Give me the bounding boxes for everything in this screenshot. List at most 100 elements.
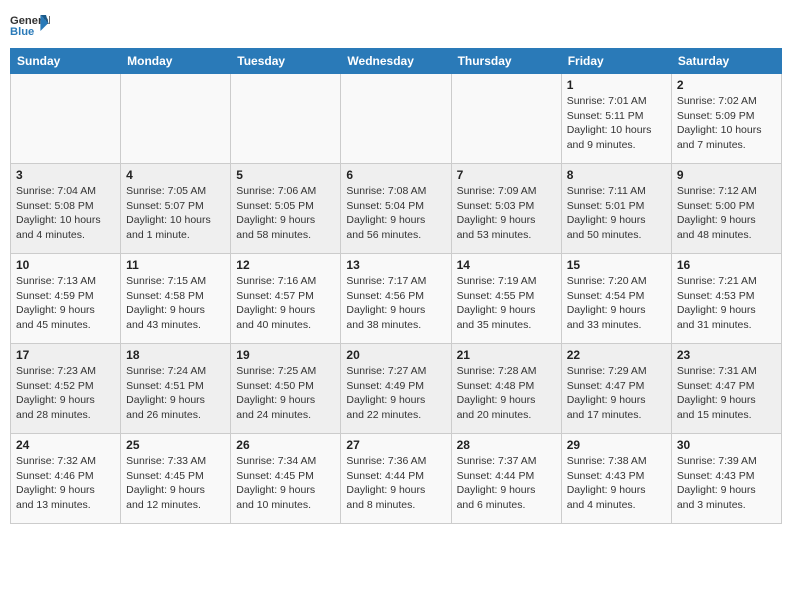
day-number: 19 xyxy=(236,348,335,362)
day-number: 4 xyxy=(126,168,225,182)
day-number: 17 xyxy=(16,348,115,362)
day-info: Sunrise: 7:32 AM Sunset: 4:46 PM Dayligh… xyxy=(16,454,115,513)
day-number: 2 xyxy=(677,78,776,92)
day-number: 10 xyxy=(16,258,115,272)
day-number: 12 xyxy=(236,258,335,272)
day-number: 15 xyxy=(567,258,666,272)
day-info: Sunrise: 7:04 AM Sunset: 5:08 PM Dayligh… xyxy=(16,184,115,243)
calendar-cell: 25 Sunrise: 7:33 AM Sunset: 4:45 PM Dayli… xyxy=(121,434,231,524)
day-number: 23 xyxy=(677,348,776,362)
calendar-header-thursday: Thursday xyxy=(451,49,561,74)
calendar-cell: 18 Sunrise: 7:24 AM Sunset: 4:51 PM Dayli… xyxy=(121,344,231,434)
day-number: 6 xyxy=(346,168,445,182)
day-info: Sunrise: 7:15 AM Sunset: 4:58 PM Dayligh… xyxy=(126,274,225,333)
logo: General Blue xyxy=(10,10,50,40)
calendar-cell: 19 Sunrise: 7:25 AM Sunset: 4:50 PM Dayli… xyxy=(231,344,341,434)
day-info: Sunrise: 7:24 AM Sunset: 4:51 PM Dayligh… xyxy=(126,364,225,423)
calendar-header-monday: Monday xyxy=(121,49,231,74)
day-info: Sunrise: 7:09 AM Sunset: 5:03 PM Dayligh… xyxy=(457,184,556,243)
day-info: Sunrise: 7:39 AM Sunset: 4:43 PM Dayligh… xyxy=(677,454,776,513)
day-info: Sunrise: 7:34 AM Sunset: 4:45 PM Dayligh… xyxy=(236,454,335,513)
day-info: Sunrise: 7:13 AM Sunset: 4:59 PM Dayligh… xyxy=(16,274,115,333)
day-number: 14 xyxy=(457,258,556,272)
day-info: Sunrise: 7:25 AM Sunset: 4:50 PM Dayligh… xyxy=(236,364,335,423)
calendar-cell: 11 Sunrise: 7:15 AM Sunset: 4:58 PM Dayli… xyxy=(121,254,231,344)
day-info: Sunrise: 7:02 AM Sunset: 5:09 PM Dayligh… xyxy=(677,94,776,153)
calendar-cell xyxy=(121,74,231,164)
day-number: 26 xyxy=(236,438,335,452)
calendar-cell: 26 Sunrise: 7:34 AM Sunset: 4:45 PM Dayli… xyxy=(231,434,341,524)
calendar-cell: 3 Sunrise: 7:04 AM Sunset: 5:08 PM Daylig… xyxy=(11,164,121,254)
day-info: Sunrise: 7:31 AM Sunset: 4:47 PM Dayligh… xyxy=(677,364,776,423)
calendar-cell: 20 Sunrise: 7:27 AM Sunset: 4:49 PM Dayli… xyxy=(341,344,451,434)
day-number: 18 xyxy=(126,348,225,362)
day-info: Sunrise: 7:17 AM Sunset: 4:56 PM Dayligh… xyxy=(346,274,445,333)
day-number: 30 xyxy=(677,438,776,452)
calendar-header-tuesday: Tuesday xyxy=(231,49,341,74)
calendar-cell: 13 Sunrise: 7:17 AM Sunset: 4:56 PM Dayli… xyxy=(341,254,451,344)
day-number: 25 xyxy=(126,438,225,452)
calendar-week-row: 17 Sunrise: 7:23 AM Sunset: 4:52 PM Dayli… xyxy=(11,344,782,434)
day-info: Sunrise: 7:05 AM Sunset: 5:07 PM Dayligh… xyxy=(126,184,225,243)
day-info: Sunrise: 7:01 AM Sunset: 5:11 PM Dayligh… xyxy=(567,94,666,153)
calendar-cell: 7Sunrise: 7:09 AM Sunset: 5:03 PM Daylig… xyxy=(451,164,561,254)
day-number: 29 xyxy=(567,438,666,452)
svg-text:Blue: Blue xyxy=(10,26,34,38)
calendar-cell: 6 Sunrise: 7:08 AM Sunset: 5:04 PM Daylig… xyxy=(341,164,451,254)
calendar-cell: 28 Sunrise: 7:37 AM Sunset: 4:44 PM Dayli… xyxy=(451,434,561,524)
calendar-cell: 1 Sunrise: 7:01 AM Sunset: 5:11 PM Daylig… xyxy=(561,74,671,164)
day-number: 8 xyxy=(567,168,666,182)
calendar-cell: 29Sunrise: 7:38 AM Sunset: 4:43 PM Dayli… xyxy=(561,434,671,524)
day-info: Sunrise: 7:37 AM Sunset: 4:44 PM Dayligh… xyxy=(457,454,556,513)
day-info: Sunrise: 7:11 AM Sunset: 5:01 PM Dayligh… xyxy=(567,184,666,243)
day-number: 1 xyxy=(567,78,666,92)
day-number: 16 xyxy=(677,258,776,272)
calendar-cell: 30 Sunrise: 7:39 AM Sunset: 4:43 PM Dayli… xyxy=(671,434,781,524)
day-info: Sunrise: 7:19 AM Sunset: 4:55 PM Dayligh… xyxy=(457,274,556,333)
calendar-body: 1 Sunrise: 7:01 AM Sunset: 5:11 PM Daylig… xyxy=(11,74,782,524)
day-number: 9 xyxy=(677,168,776,182)
day-number: 22 xyxy=(567,348,666,362)
day-info: Sunrise: 7:21 AM Sunset: 4:53 PM Dayligh… xyxy=(677,274,776,333)
calendar-cell: 16 Sunrise: 7:21 AM Sunset: 4:53 PM Dayli… xyxy=(671,254,781,344)
page-header: General Blue xyxy=(10,10,782,40)
calendar-cell: 21Sunrise: 7:28 AM Sunset: 4:48 PM Dayli… xyxy=(451,344,561,434)
calendar-header-sunday: Sunday xyxy=(11,49,121,74)
calendar-cell: 5 Sunrise: 7:06 AM Sunset: 5:05 PM Daylig… xyxy=(231,164,341,254)
calendar-cell: 9 Sunrise: 7:12 AM Sunset: 5:00 PM Daylig… xyxy=(671,164,781,254)
calendar-cell: 8 Sunrise: 7:11 AM Sunset: 5:01 PM Daylig… xyxy=(561,164,671,254)
day-info: Sunrise: 7:20 AM Sunset: 4:54 PM Dayligh… xyxy=(567,274,666,333)
day-number: 13 xyxy=(346,258,445,272)
calendar-week-row: 3 Sunrise: 7:04 AM Sunset: 5:08 PM Daylig… xyxy=(11,164,782,254)
calendar-cell xyxy=(11,74,121,164)
day-info: Sunrise: 7:23 AM Sunset: 4:52 PM Dayligh… xyxy=(16,364,115,423)
calendar-cell: 4 Sunrise: 7:05 AM Sunset: 5:07 PM Daylig… xyxy=(121,164,231,254)
day-info: Sunrise: 7:33 AM Sunset: 4:45 PM Dayligh… xyxy=(126,454,225,513)
calendar-cell: 22 Sunrise: 7:29 AM Sunset: 4:47 PM Dayli… xyxy=(561,344,671,434)
day-number: 20 xyxy=(346,348,445,362)
day-info: Sunrise: 7:12 AM Sunset: 5:00 PM Dayligh… xyxy=(677,184,776,243)
calendar-week-row: 24 Sunrise: 7:32 AM Sunset: 4:46 PM Dayli… xyxy=(11,434,782,524)
day-number: 3 xyxy=(16,168,115,182)
day-info: Sunrise: 7:36 AM Sunset: 4:44 PM Dayligh… xyxy=(346,454,445,513)
calendar-cell: 24 Sunrise: 7:32 AM Sunset: 4:46 PM Dayli… xyxy=(11,434,121,524)
calendar-header-wednesday: Wednesday xyxy=(341,49,451,74)
calendar-cell: 23 Sunrise: 7:31 AM Sunset: 4:47 PM Dayli… xyxy=(671,344,781,434)
day-number: 24 xyxy=(16,438,115,452)
day-number: 11 xyxy=(126,258,225,272)
day-info: Sunrise: 7:06 AM Sunset: 5:05 PM Dayligh… xyxy=(236,184,335,243)
logo-icon: General Blue xyxy=(10,10,50,40)
day-number: 21 xyxy=(457,348,556,362)
day-info: Sunrise: 7:27 AM Sunset: 4:49 PM Dayligh… xyxy=(346,364,445,423)
calendar-cell: 14 Sunrise: 7:19 AM Sunset: 4:55 PM Dayli… xyxy=(451,254,561,344)
day-number: 27 xyxy=(346,438,445,452)
calendar-cell: 15 Sunrise: 7:20 AM Sunset: 4:54 PM Dayli… xyxy=(561,254,671,344)
day-info: Sunrise: 7:08 AM Sunset: 5:04 PM Dayligh… xyxy=(346,184,445,243)
calendar-week-row: 1 Sunrise: 7:01 AM Sunset: 5:11 PM Daylig… xyxy=(11,74,782,164)
day-number: 28 xyxy=(457,438,556,452)
calendar-cell: 10 Sunrise: 7:13 AM Sunset: 4:59 PM Dayli… xyxy=(11,254,121,344)
day-info: Sunrise: 7:16 AM Sunset: 4:57 PM Dayligh… xyxy=(236,274,335,333)
day-number: 5 xyxy=(236,168,335,182)
calendar-header-row: SundayMondayTuesdayWednesdayThursdayFrid… xyxy=(11,49,782,74)
day-info: Sunrise: 7:29 AM Sunset: 4:47 PM Dayligh… xyxy=(567,364,666,423)
